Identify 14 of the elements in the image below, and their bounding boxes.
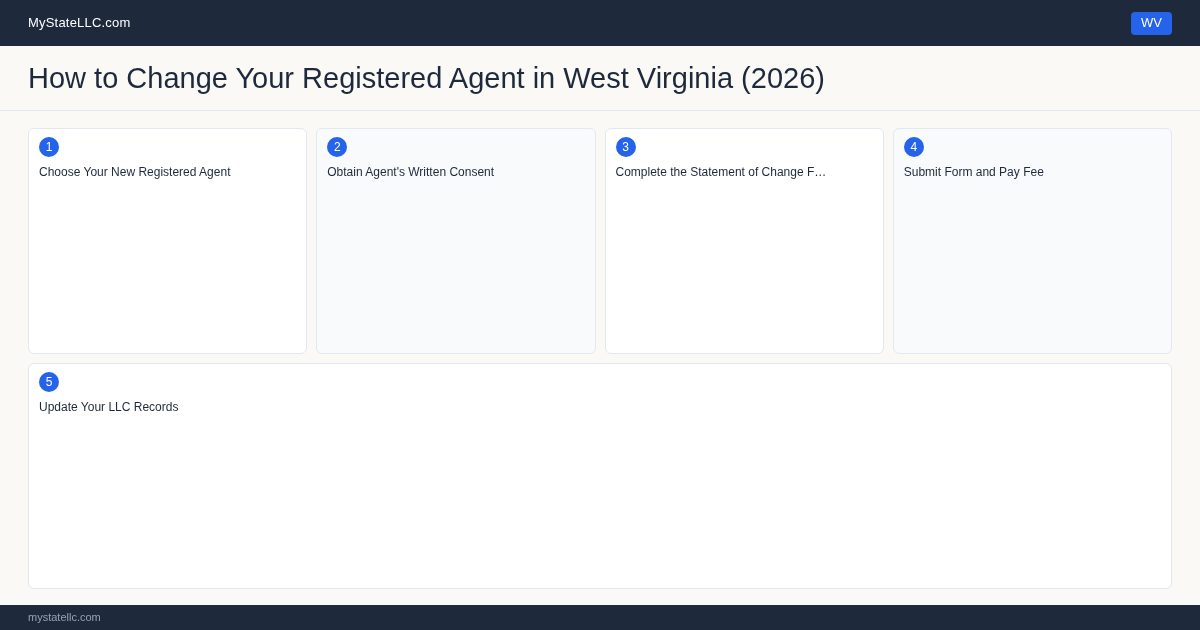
step-number: 3 xyxy=(615,137,636,157)
site-name[interactable]: MyStateLLC.com xyxy=(28,13,131,33)
step-number: 2 xyxy=(327,137,348,157)
step-title: Update Your LLC Records xyxy=(39,399,179,416)
step-title: Submit Form and Pay Fee xyxy=(903,164,1044,181)
step-number: 1 xyxy=(39,137,59,157)
step-title: Complete the Statement of Change F… xyxy=(615,164,827,181)
state-badge: WV xyxy=(1131,11,1172,35)
step-number: 5 xyxy=(39,372,59,392)
step-title: Obtain Agent's Written Consent xyxy=(327,164,495,181)
step-title: Choose Your New Registered Agent xyxy=(39,164,231,181)
footer-text: mystatellc.com xyxy=(28,610,101,626)
page-title: How to Change Your Registered Agent in West Virginia (2026) xyxy=(28,63,825,93)
step-number: 4 xyxy=(903,137,924,157)
